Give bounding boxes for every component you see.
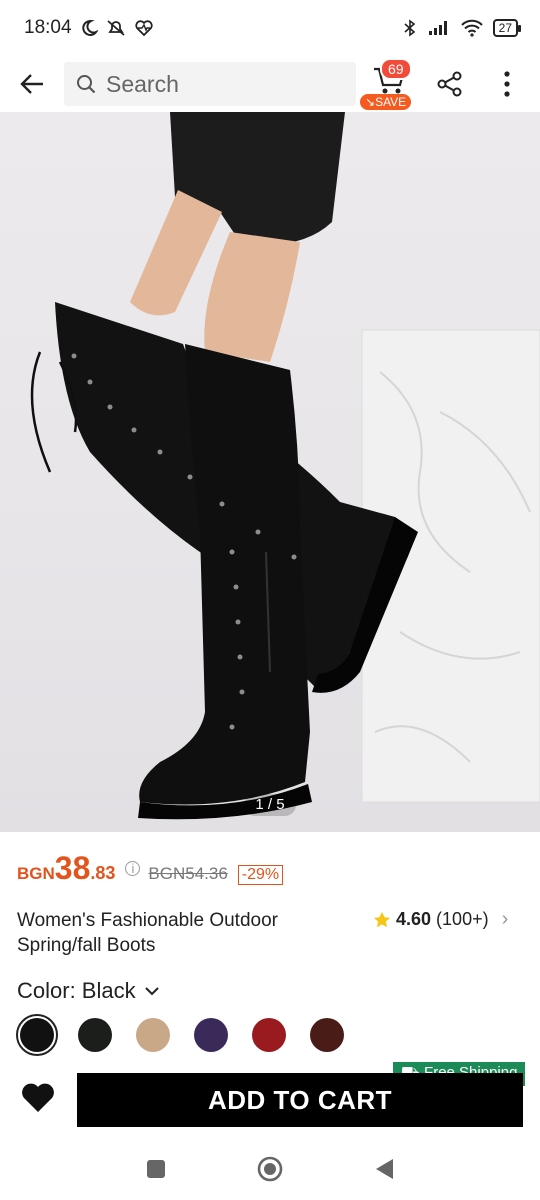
color-swatches [16, 1014, 344, 1056]
home-icon[interactable] [256, 1155, 284, 1183]
more-vertical-icon [504, 71, 510, 97]
share-icon [437, 71, 462, 97]
heart-rate-icon [134, 20, 153, 37]
silent-icon [106, 20, 125, 36]
product-image[interactable] [0, 112, 540, 832]
rating-summary[interactable]: 4.60 (100+) › [373, 908, 508, 931]
signal-icon [428, 21, 447, 35]
product-photo [30, 112, 540, 820]
more-options-button[interactable] [490, 64, 524, 104]
search-input[interactable]: Search [64, 62, 356, 106]
save-badge: ↘SAVE [360, 94, 412, 110]
price-whole: 38 [54, 850, 91, 886]
back-nav-icon[interactable] [373, 1157, 395, 1181]
chevron-right-icon: › [501, 908, 509, 930]
price-row: BGN 38 .83 i BGN54.36 -29% [17, 850, 284, 887]
price-currency: BGN [17, 864, 55, 883]
status-bar: 18:04 27 [0, 0, 540, 56]
color-label: Color: Black [17, 978, 136, 1003]
star-icon [373, 911, 391, 927]
discount-badge: -29% [237, 865, 284, 885]
do-not-disturb-icon [81, 19, 98, 36]
search-placeholder: Search [106, 70, 179, 97]
back-arrow-icon [20, 74, 43, 94]
top-bar: Search 69 ↘SAVE [0, 56, 540, 112]
back-button[interactable] [0, 56, 64, 112]
cart-count-badge: 69 [380, 58, 412, 80]
system-nav-bar [0, 1138, 540, 1200]
chevron-down-icon [144, 987, 159, 996]
old-price: BGN54.36 [148, 864, 228, 883]
battery-indicator: 27 [492, 19, 522, 37]
rating-score: 4.60 [396, 909, 432, 929]
product-title: Women's Fashionable Outdoor Spring/fall … [17, 910, 278, 956]
recent-apps-icon[interactable] [145, 1158, 167, 1180]
swatch-black[interactable] [16, 1014, 58, 1056]
heart-icon [22, 1083, 54, 1112]
review-count: (100+) [436, 909, 489, 929]
swatch-brown[interactable] [310, 1018, 344, 1052]
bluetooth-icon [404, 19, 415, 37]
wishlist-button[interactable] [18, 1078, 58, 1118]
image-pager: 1 / 5 [244, 794, 296, 816]
wifi-icon [460, 19, 483, 37]
swatch-purple[interactable] [194, 1018, 228, 1052]
swatch-beige[interactable] [136, 1018, 170, 1052]
swatch-red[interactable] [252, 1018, 286, 1052]
add-to-cart-button[interactable]: ADD TO CART [77, 1073, 523, 1127]
color-selector[interactable]: Color: Black [17, 978, 160, 1004]
price-decimal: .83 [90, 863, 116, 883]
status-time: 18:04 [24, 17, 72, 38]
share-button[interactable] [432, 64, 468, 104]
search-icon [77, 75, 96, 94]
price-info-icon[interactable]: i [125, 861, 141, 876]
swatch-dark-green[interactable] [78, 1018, 112, 1052]
cart-button[interactable]: 69 ↘SAVE [360, 58, 420, 110]
